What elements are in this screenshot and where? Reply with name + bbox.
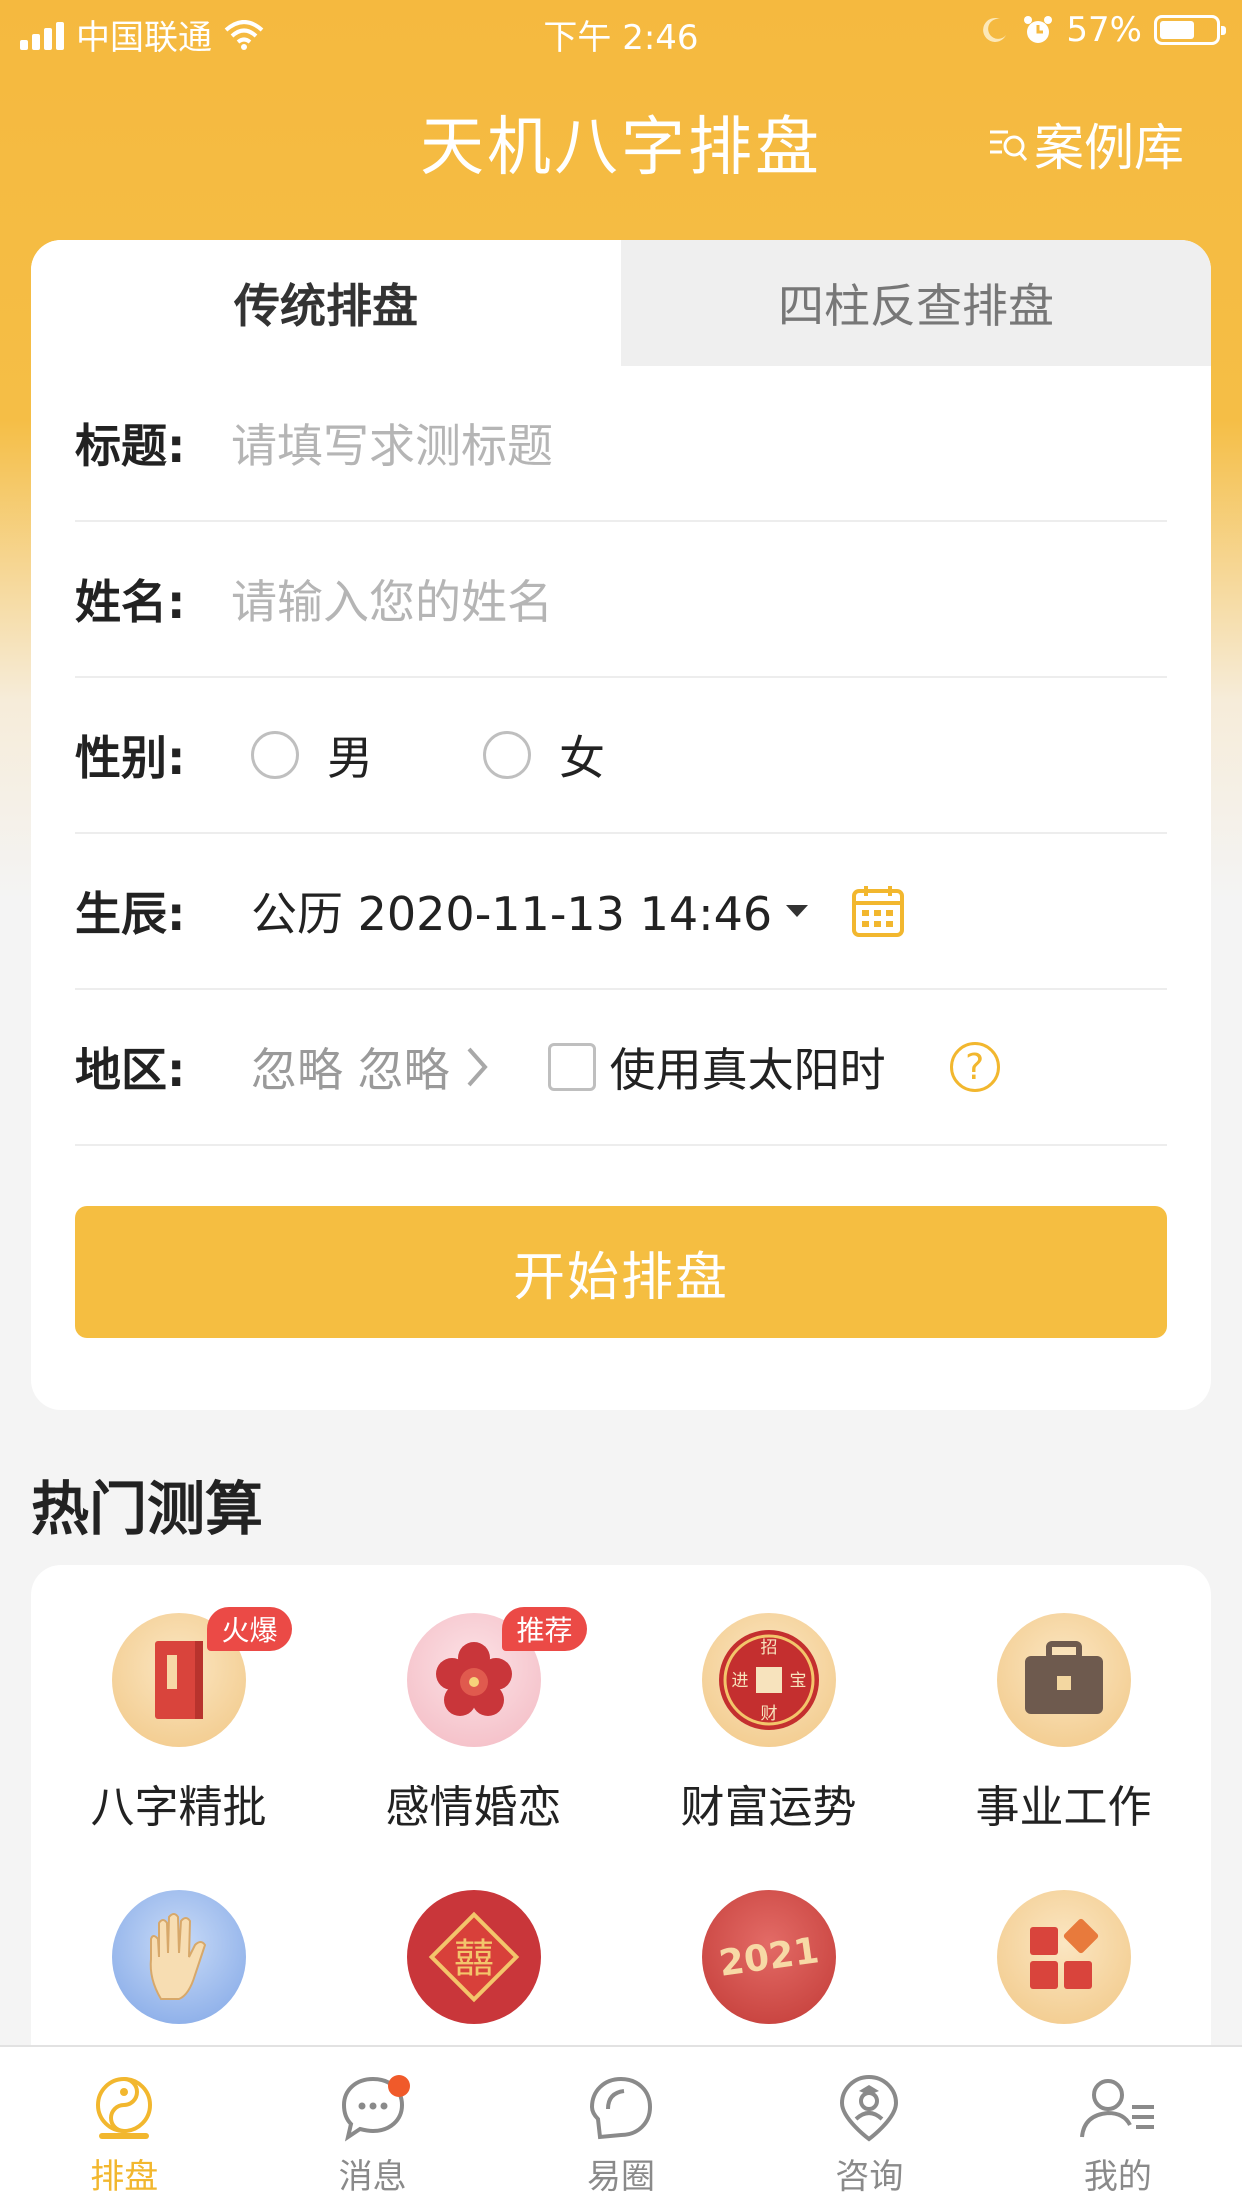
status-bar: 中国联通 下午 2:46 57%	[0, 0, 1242, 64]
tab-profile[interactable]: 我的	[994, 2047, 1242, 2208]
briefcase-icon	[996, 1613, 1131, 1747]
battery-icon	[1154, 15, 1226, 45]
year-text: 2021	[716, 1930, 821, 1985]
hot-item-wealth[interactable]: 招 进 宝 财 财富运势	[621, 1613, 916, 1835]
hot-item-label: 事业工作	[975, 1782, 1152, 1833]
hot-item-palm[interactable]	[31, 1890, 326, 2024]
alarm-icon	[1024, 16, 1053, 43]
region-row: 地区: 忽略 忽略 使用真太阳时 ?	[75, 990, 1167, 1146]
coin-char-bao: 宝	[789, 1671, 806, 1691]
grid-icon	[996, 1890, 1131, 2024]
region-value: 忽略 忽略	[251, 1043, 450, 1097]
hot-section-title: 热门测算	[31, 1475, 264, 1543]
tab-consult[interactable]: 咨询	[745, 2047, 993, 2208]
coin-char-cai: 财	[760, 1704, 777, 1724]
gender-female-option[interactable]: 女	[483, 722, 605, 788]
chevron-down-icon	[786, 905, 809, 917]
tab-circle[interactable]: 易圈	[497, 2047, 745, 2208]
tab-label: 咨询	[835, 2157, 904, 2197]
true-solar-time-checkbox[interactable]	[547, 1043, 596, 1091]
hand-icon	[111, 1890, 246, 2024]
tab-label: 排盘	[90, 2157, 159, 2197]
title-label: 标题:	[75, 419, 186, 473]
speech-circle-icon	[590, 2076, 653, 2140]
hot-item-bazi[interactable]: 火爆 八字精批	[31, 1607, 326, 1835]
title-input[interactable]: 请填写求测标题	[231, 410, 553, 476]
form-tabs: 传统排盘 四柱反查排盘	[31, 240, 1211, 366]
hot-item-2021[interactable]: 2021	[621, 1890, 916, 2024]
female-label: 女	[559, 731, 605, 785]
tab-label: 消息	[338, 2157, 407, 2197]
bottom-tab-bar: 排盘 消息 易圈 咨询 我的	[0, 2045, 1242, 2208]
hot-item-love[interactable]: 推荐 感情婚恋	[326, 1607, 621, 1835]
gender-male-option[interactable]: 男	[251, 722, 373, 788]
hot-item-marriage[interactable]: 囍	[326, 1890, 621, 2024]
chart-form-card: 传统排盘 四柱反查排盘 标题: 请填写求测标题 姓名: 请输入您的姓名 性别: …	[31, 240, 1211, 1410]
tab-chart[interactable]: 排盘	[0, 2047, 248, 2208]
flower-icon: 推荐	[406, 1607, 587, 1747]
birth-row: 生辰: 公历 2020-11-13 14:46	[75, 834, 1167, 990]
profile-icon	[1079, 2079, 1154, 2138]
book-icon: 火爆	[111, 1607, 292, 1747]
coin-char-jin: 进	[731, 1671, 748, 1691]
tab-label: 易圈	[587, 2157, 656, 2197]
status-right: 57%	[980, 10, 1226, 50]
hot-item-career[interactable]: 事业工作	[916, 1613, 1211, 1835]
double-happiness-icon: 囍	[406, 1890, 541, 2024]
moon-icon	[983, 17, 1007, 42]
case-library-label: 案例库	[1034, 119, 1184, 177]
app-header: 天机八字排盘 案例库	[0, 64, 1242, 204]
hot-item-label: 八字精批	[90, 1782, 267, 1833]
hot-badge: 火爆	[207, 1607, 292, 1651]
region-select[interactable]: 忽略 忽略	[251, 1034, 490, 1100]
tab-reverse-lookup[interactable]: 四柱反查排盘	[621, 240, 1211, 366]
name-label: 姓名:	[75, 575, 186, 629]
start-chart-button[interactable]: 开始排盘	[75, 1206, 1167, 1338]
battery-percent: 57%	[1066, 10, 1142, 50]
tab-messages[interactable]: 消息	[248, 2047, 496, 2208]
case-library-icon	[990, 130, 1028, 161]
hot-item-more[interactable]	[916, 1890, 1211, 2024]
xi-character: 囍	[454, 1936, 494, 1982]
birth-label: 生辰:	[75, 887, 186, 941]
calendar-icon[interactable]	[850, 883, 906, 939]
true-solar-time-label: 使用真太阳时	[609, 1043, 886, 1097]
tab-traditional[interactable]: 传统排盘	[31, 240, 621, 366]
location-consultant-icon	[840, 2074, 899, 2142]
male-label: 男	[327, 731, 373, 785]
name-input[interactable]: 请输入您的姓名	[231, 566, 553, 632]
hot-grid: 火爆 八字精批 推荐 感情婚恋 招 进 宝 财 财富运势 事业工作 囍 2021	[31, 1565, 1211, 2125]
gender-row: 性别: 男 女	[75, 678, 1167, 834]
birth-date-value: 公历 2020-11-13 14:46	[251, 887, 773, 941]
case-library-button[interactable]: 案例库	[988, 108, 1184, 180]
hot-item-label: 感情婚恋	[385, 1782, 562, 1833]
region-label: 地区:	[75, 1043, 186, 1097]
year-2021-icon: 2021	[701, 1890, 836, 2024]
coin-char-zhao: 招	[760, 1638, 777, 1658]
chevron-right-icon	[467, 1047, 488, 1087]
yin-yang-icon	[96, 2077, 153, 2139]
female-radio[interactable]	[483, 731, 531, 779]
name-row: 姓名: 请输入您的姓名	[75, 522, 1167, 678]
title-row: 标题: 请填写求测标题	[75, 366, 1167, 522]
hot-item-label: 财富运势	[680, 1782, 857, 1833]
male-radio[interactable]	[251, 731, 299, 779]
gender-label: 性别:	[75, 731, 186, 785]
coin-icon: 招 进 宝 财	[701, 1613, 836, 1747]
birth-date-select[interactable]: 公历 2020-11-13 14:46	[251, 878, 809, 944]
help-icon[interactable]: ?	[949, 1042, 1000, 1092]
recommend-badge: 推荐	[502, 1607, 587, 1651]
tab-label: 我的	[1083, 2157, 1152, 2197]
